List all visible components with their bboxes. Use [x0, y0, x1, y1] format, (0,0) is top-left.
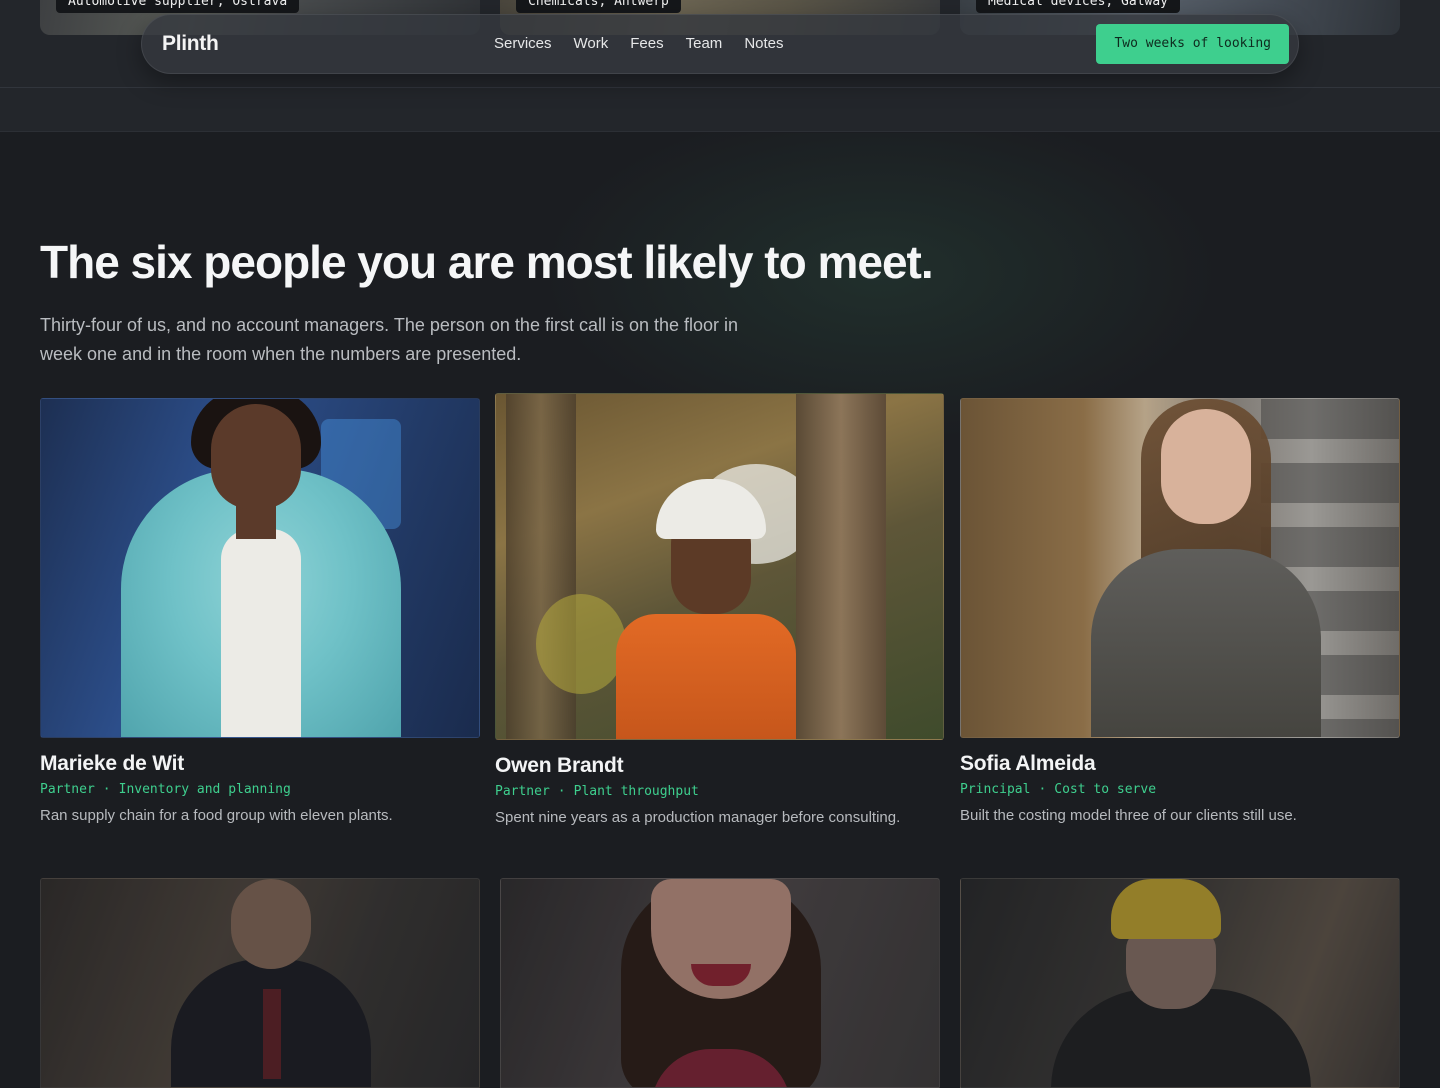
person-role: Partner · Plant throughput [495, 784, 944, 799]
person-bio: Built the costing model three of our cli… [960, 807, 1297, 824]
section-intro: Thirty-four of us, and no account manage… [40, 315, 739, 364]
team-section: The six people you are most likely to me… [0, 133, 1440, 1088]
person-name: Marieke de Wit [40, 752, 185, 775]
person-card-5[interactable] [500, 878, 940, 1088]
section-divider [0, 87, 1440, 88]
person-title: Partner [40, 782, 95, 797]
portrait-photo [500, 878, 940, 1088]
person-title: Principal [960, 782, 1031, 797]
case-tag: Medical devices, Galway [976, 0, 1181, 13]
nav-link-fees[interactable]: Fees [630, 35, 663, 52]
person-title: Partner [495, 784, 550, 799]
portrait-photo [960, 878, 1400, 1088]
person-role: Partner · Inventory and planning [40, 782, 480, 797]
person-name: Sofia Almeida [960, 752, 1096, 775]
person-bio: Spent nine years as a production manager… [495, 809, 901, 826]
person-card-sofia[interactable]: Sofia Almeida Principal · Cost to serve Bu… [960, 398, 1400, 824]
role-separator: · [102, 782, 111, 797]
portrait-photo [40, 878, 480, 1088]
role-separator: · [557, 784, 566, 799]
nav-link-services[interactable]: Services [494, 35, 552, 52]
nav-link-work[interactable]: Work [574, 35, 609, 52]
portrait-photo [40, 398, 480, 738]
case-tag: Chemicals, Antwerp [516, 0, 681, 13]
cta-button[interactable]: Two weeks of looking [1096, 24, 1289, 64]
nav-link-team[interactable]: Team [686, 35, 723, 52]
nav-links: Services Work Fees Team Notes [494, 35, 806, 52]
person-card-6[interactable] [960, 878, 1400, 1088]
case-tag: Automotive supplier, Ostrava [56, 0, 300, 13]
person-card-4[interactable] [40, 878, 480, 1088]
portrait-photo [960, 398, 1400, 738]
brand-logo[interactable]: Plinth [162, 32, 219, 56]
person-card-marieke[interactable]: Marieke de Wit Partner · Inventory and pla… [40, 398, 480, 824]
person-name: Owen Brandt [495, 754, 624, 777]
portrait-photo [495, 393, 944, 740]
person-role: Principal · Cost to serve [960, 782, 1400, 797]
person-area: Inventory and planning [118, 782, 291, 797]
main-nav: Plinth Services Work Fees Team Notes Two… [141, 14, 1299, 74]
person-card-owen[interactable]: Owen Brandt Partner · Plant throughput Spe… [495, 393, 944, 826]
person-area: Plant throughput [573, 784, 699, 799]
nav-link-notes[interactable]: Notes [744, 35, 783, 52]
section-title: The six people you are most likely to me… [40, 236, 934, 288]
person-bio: Ran supply chain for a food group with e… [40, 807, 393, 824]
person-area: Cost to serve [1054, 782, 1157, 797]
role-separator: · [1038, 782, 1047, 797]
